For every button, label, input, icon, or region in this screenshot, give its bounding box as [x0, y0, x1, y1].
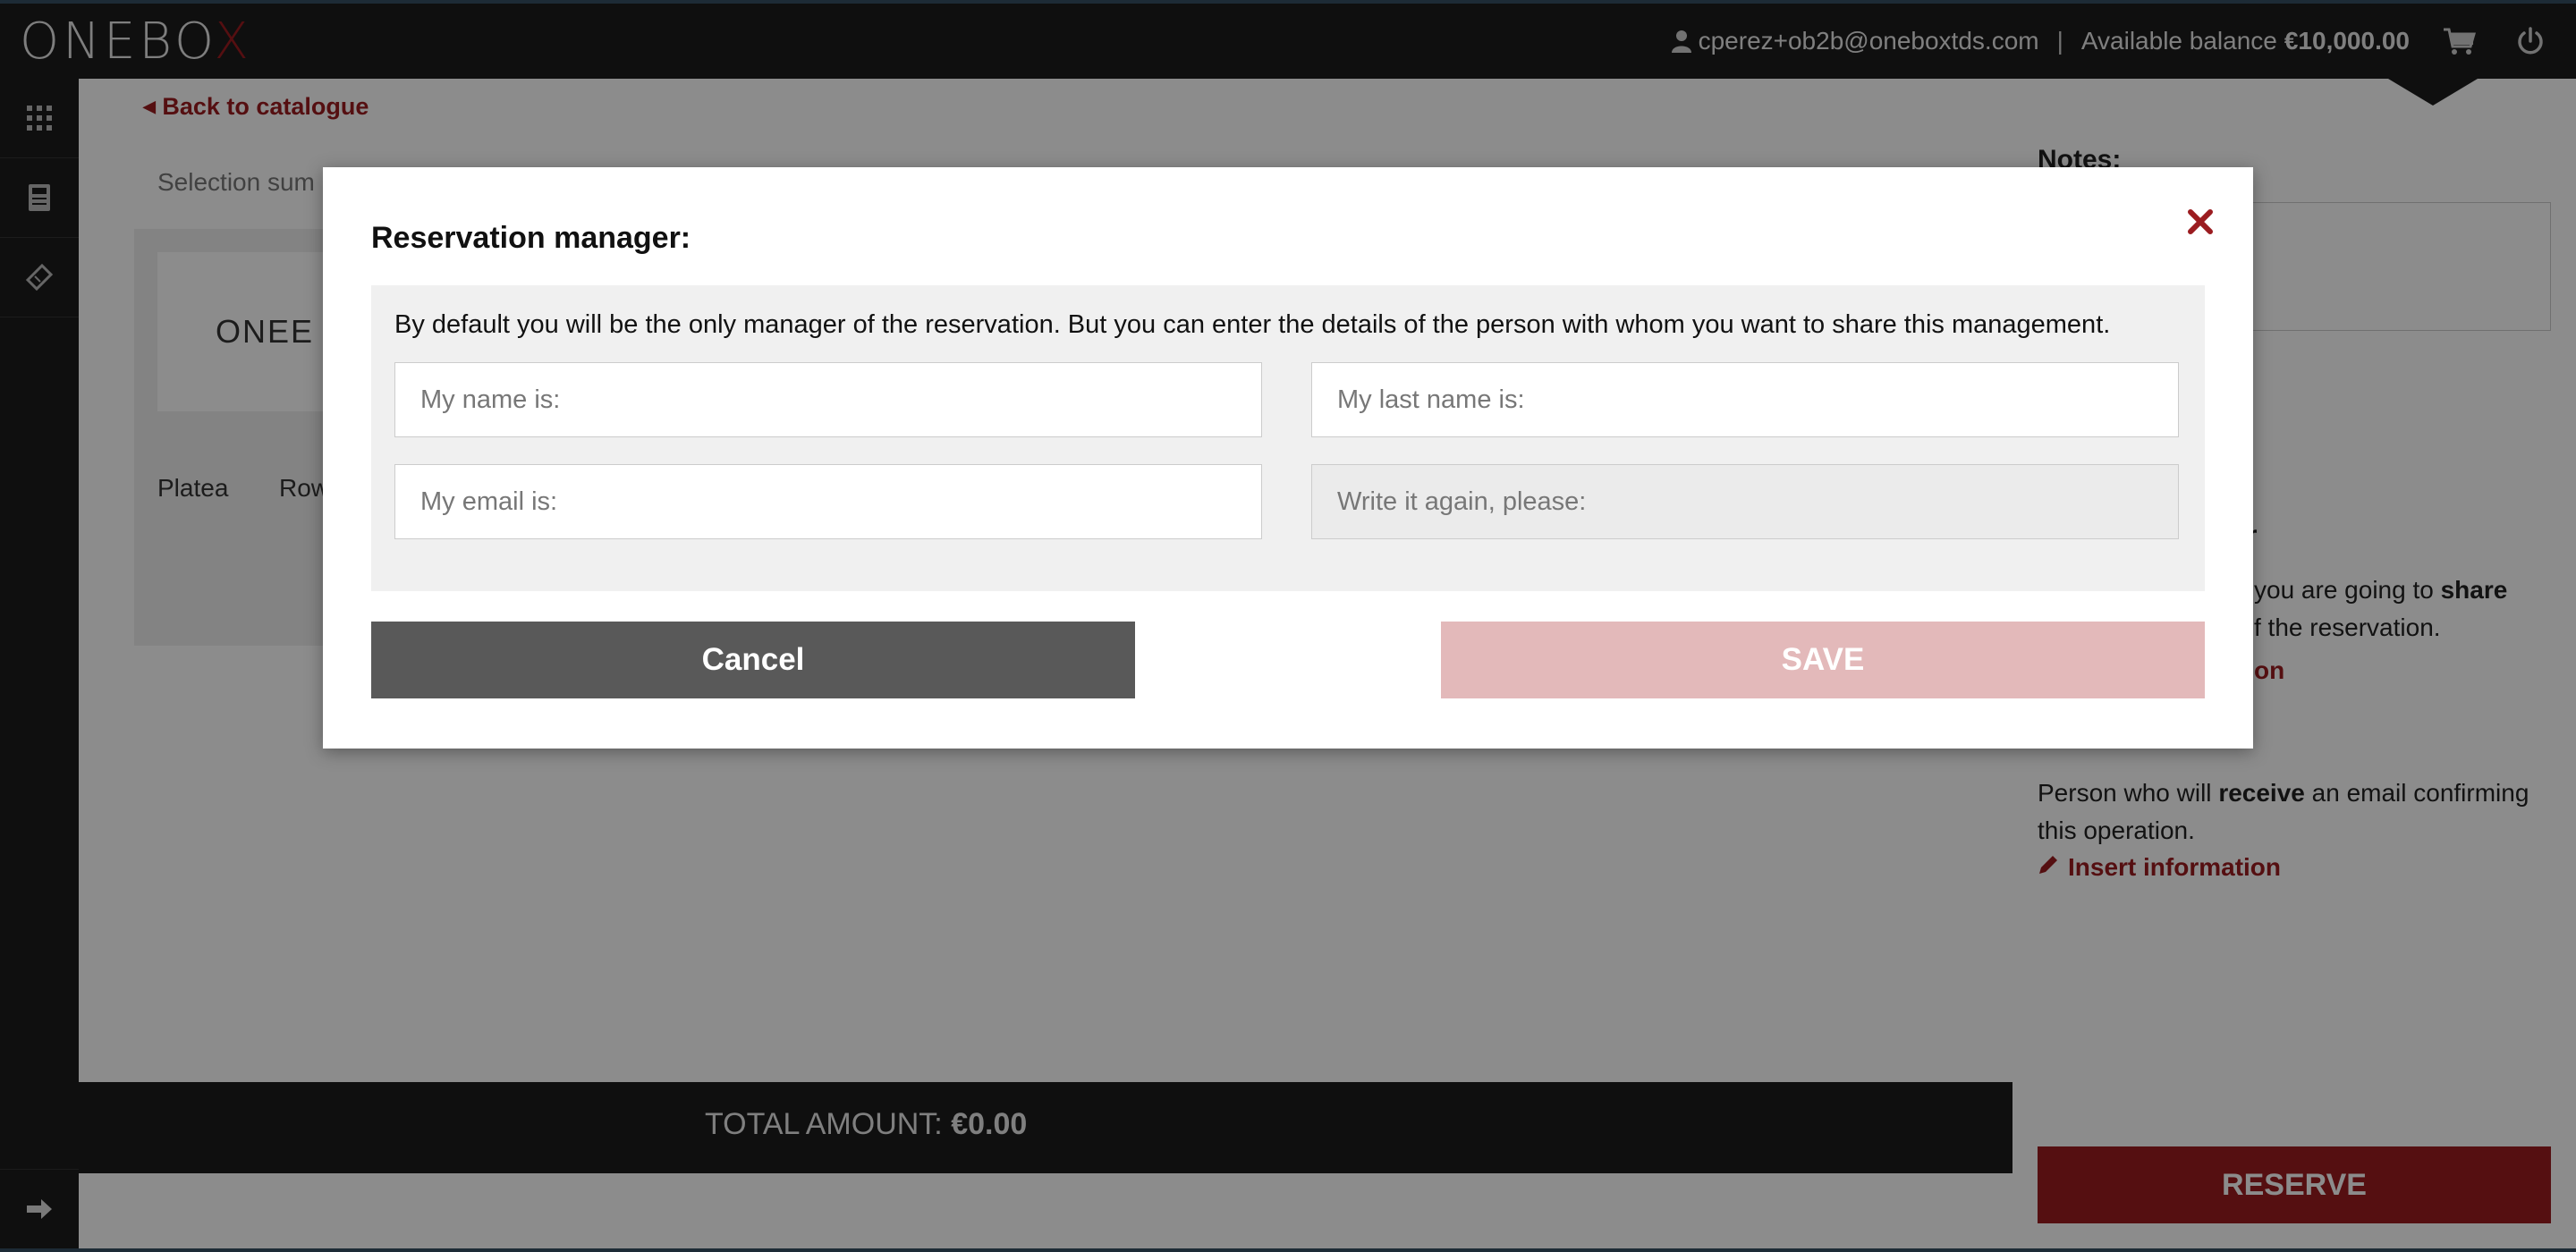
modal-description: By default you will be the only manager … [394, 310, 2111, 339]
modal-form: By default you will be the only manager … [371, 285, 2205, 591]
modal-title: Reservation manager: [371, 221, 691, 255]
email-confirm-field[interactable] [1311, 464, 2179, 539]
close-icon[interactable] [2182, 203, 2219, 241]
save-button[interactable]: SAVE [1441, 622, 2205, 698]
email-field[interactable] [394, 464, 1262, 539]
cancel-button[interactable]: Cancel [371, 622, 1135, 698]
first-name-field[interactable] [394, 362, 1262, 437]
app-window: ONEBOX cperez+ob2b@oneboxtds.com | Avail… [0, 4, 2576, 1248]
last-name-field[interactable] [1311, 362, 2179, 437]
reservation-manager-modal: Reservation manager: By default you will… [323, 167, 2253, 749]
